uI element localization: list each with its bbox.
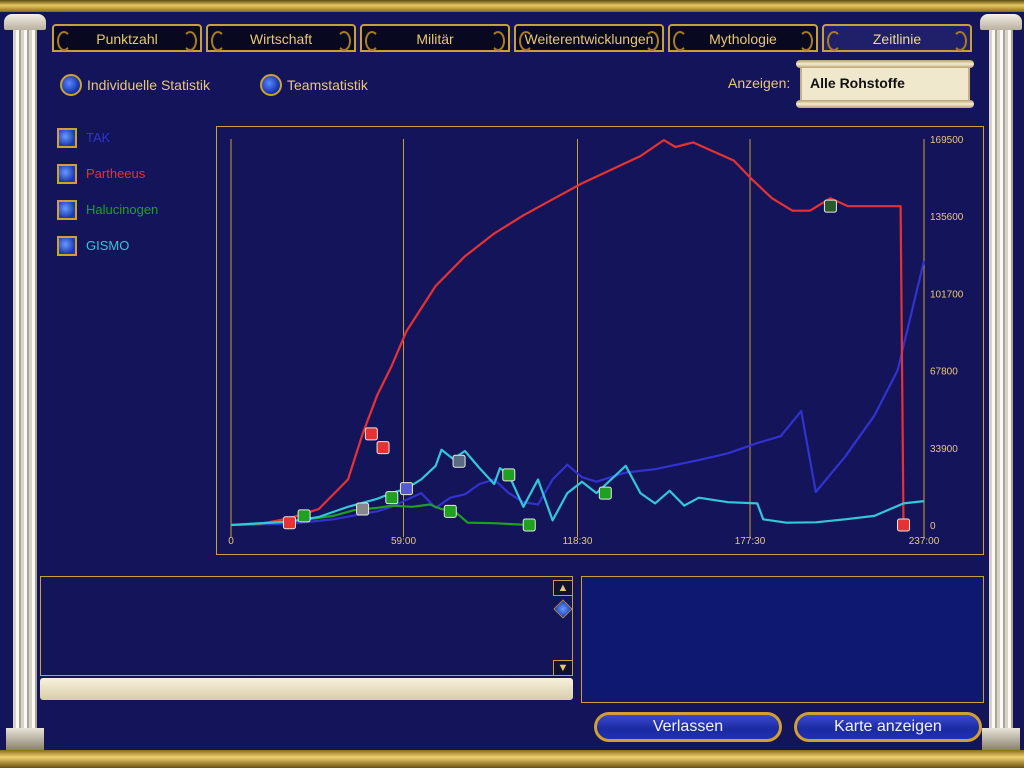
radio-selected-icon[interactable] bbox=[60, 74, 82, 96]
event-marker-icon bbox=[356, 502, 370, 516]
event-marker-icon bbox=[282, 516, 296, 530]
player-name: Partheeus bbox=[86, 166, 146, 181]
resource-filter-select[interactable]: Alle Rohstoffe bbox=[796, 60, 974, 108]
log-scrollbar[interactable]: ▲ ▼ bbox=[553, 580, 573, 676]
y-tick-label: 101700 bbox=[930, 289, 964, 300]
tab-punktzahl[interactable]: Punktzahl bbox=[52, 24, 202, 52]
tab-militaer[interactable]: Militär bbox=[360, 24, 510, 52]
timeline-chart-svg: 0 59:00 118:30 177:30 237:00 169500 135600 1017… bbox=[216, 126, 984, 555]
leave-button-label: Verlassen bbox=[652, 718, 724, 735]
x-tick-label: 118:30 bbox=[563, 536, 593, 547]
event-marker-icon bbox=[399, 482, 413, 496]
checkbox-icon[interactable] bbox=[57, 128, 77, 148]
y-tick-label: 33900 bbox=[930, 444, 958, 455]
top-gold-border bbox=[0, 0, 1024, 12]
show-map-button-label: Karte anzeigen bbox=[834, 718, 942, 735]
player-name: TAK bbox=[86, 130, 111, 145]
radio-icon[interactable] bbox=[260, 74, 282, 96]
log-input-bar[interactable] bbox=[40, 678, 573, 700]
scroll-down-icon[interactable]: ▼ bbox=[553, 660, 573, 676]
event-marker-icon bbox=[364, 427, 378, 441]
scroll-thumb[interactable] bbox=[553, 599, 573, 619]
category-tabs: Punktzahl Wirtschaft Militär Weiterentwi… bbox=[52, 24, 972, 54]
event-marker-icon bbox=[502, 468, 516, 482]
checkbox-icon[interactable] bbox=[57, 236, 77, 256]
event-marker-icon bbox=[897, 518, 911, 532]
x-tick-label: 0 bbox=[228, 536, 234, 547]
x-tick-label: 59:00 bbox=[391, 536, 416, 547]
event-marker-icon bbox=[385, 491, 399, 505]
y-tick-label: 169500 bbox=[930, 135, 964, 146]
checkbox-icon[interactable] bbox=[57, 200, 77, 220]
player-name: GISMO bbox=[86, 238, 130, 253]
resource-filter-value: Alle Rohstoffe bbox=[810, 75, 905, 91]
event-marker-icon bbox=[598, 486, 612, 500]
event-marker-icon bbox=[443, 504, 457, 518]
y-tick-label: 67800 bbox=[930, 367, 958, 378]
leave-button[interactable]: Verlassen bbox=[594, 712, 782, 742]
team-stats-label: Teamstatistik bbox=[287, 77, 368, 93]
scroll-up-icon[interactable]: ▲ bbox=[553, 580, 573, 596]
show-label: Anzeigen: bbox=[728, 75, 791, 91]
left-column-ornament bbox=[4, 14, 46, 750]
event-marker-icon bbox=[376, 441, 390, 455]
series-line-partheeus bbox=[230, 139, 905, 527]
event-marker-icon bbox=[297, 509, 311, 523]
event-marker-icon bbox=[522, 518, 536, 532]
x-tick-label: 237:00 bbox=[909, 536, 940, 547]
y-tick-label: 135600 bbox=[930, 212, 964, 223]
bottom-gold-border bbox=[0, 750, 1024, 768]
event-log-panel bbox=[40, 576, 573, 676]
event-marker-icon bbox=[452, 454, 466, 468]
tab-zeitlinie[interactable]: Zeitlinie bbox=[822, 24, 972, 52]
checkbox-icon[interactable] bbox=[57, 164, 77, 184]
event-detail-panel bbox=[581, 576, 984, 703]
event-marker-icon bbox=[823, 199, 837, 213]
x-tick-label: 177:30 bbox=[735, 536, 766, 547]
y-tick-label: 0 bbox=[930, 521, 936, 532]
player-name: Halucinogen bbox=[86, 202, 159, 217]
statistics-screen: Punktzahl Wirtschaft Militär Weiterentwi… bbox=[0, 0, 1024, 768]
tab-weiterentwicklungen[interactable]: Weiterentwicklungen bbox=[514, 24, 664, 52]
tab-mythologie[interactable]: Mythologie bbox=[668, 24, 818, 52]
tab-wirtschaft[interactable]: Wirtschaft bbox=[206, 24, 356, 52]
timeline-chart: 0 59:00 118:30 177:30 237:00 169500 135600 1017… bbox=[216, 126, 984, 555]
show-map-button[interactable]: Karte anzeigen bbox=[794, 712, 982, 742]
individual-stats-label: Individuelle Statistik bbox=[87, 77, 210, 93]
right-column-ornament bbox=[980, 14, 1022, 750]
